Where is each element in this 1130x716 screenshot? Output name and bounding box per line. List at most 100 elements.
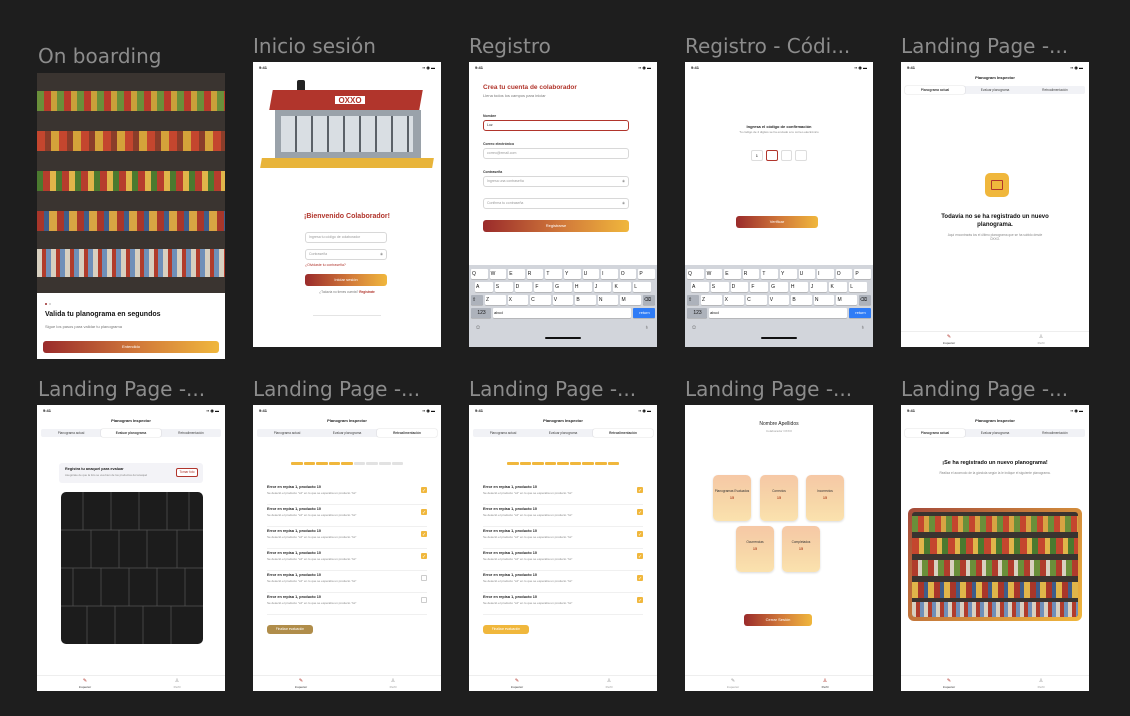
password-input[interactable]: Ingresa una contraseña ◉	[483, 176, 629, 187]
tab-current-planogram[interactable]: Planograma actual	[905, 429, 965, 437]
error-item[interactable]: Error en repisa 1, producto 10 Se detectó…	[483, 573, 643, 593]
register-link[interactable]: Registrate	[359, 290, 375, 294]
tab-feedback[interactable]: Retroalimentación	[1025, 429, 1085, 437]
frame-title-login[interactable]: Inicio sesión	[253, 34, 443, 58]
frame-title-landing-feedback-b[interactable]: Landing Page -...	[469, 377, 659, 401]
error-checkbox[interactable]: ✓	[637, 597, 643, 604]
frame-title-onboarding[interactable]: On boarding	[38, 44, 228, 68]
key-q[interactable]: Q	[471, 269, 488, 279]
frame-title-landing-empty[interactable]: Landing Page -...	[901, 34, 1091, 58]
nav-inspector[interactable]: ✎ Inspector	[929, 679, 969, 690]
error-item[interactable]: Error en repisa 1, producto 10 Se detectó…	[483, 485, 643, 505]
forgot-password-link[interactable]: ¿Olvidaste tu contraseña?	[305, 263, 346, 267]
eye-icon[interactable]: ◉	[622, 177, 625, 186]
return-key[interactable]: return	[849, 308, 871, 318]
key-i[interactable]: I	[601, 269, 618, 279]
key-k[interactable]: K	[613, 282, 632, 292]
emoji-key[interactable]: 123	[687, 308, 707, 318]
error-item[interactable]: Error en repisa 1, producto 10 Se detectó…	[267, 551, 427, 571]
code-digit-input[interactable]	[780, 150, 793, 161]
understood-button[interactable]: Entendido	[43, 341, 219, 353]
code-digit-input[interactable]: 1	[751, 150, 763, 161]
key-g[interactable]: G	[554, 282, 572, 292]
error-item[interactable]: Error en repisa 1, producto 10 Se detectó…	[267, 595, 427, 615]
nav-profile[interactable]: ♙ Perfil	[373, 679, 413, 690]
login-button[interactable]: Iniciar sesión	[305, 274, 387, 286]
eye-icon[interactable]: ◉	[380, 250, 383, 259]
tab-evaluate-planogram[interactable]: Evaluar planograma	[101, 429, 161, 437]
shift-key[interactable]: ⇧	[687, 295, 699, 305]
key-u[interactable]: U	[582, 269, 600, 279]
key-b[interactable]: B	[575, 295, 596, 305]
error-checkbox[interactable]: ✓	[637, 531, 643, 538]
email-input[interactable]: correo@email.com	[483, 148, 629, 159]
finish-evaluation-button[interactable]: Finalizar evaluación	[483, 625, 529, 634]
return-key[interactable]: return	[633, 308, 655, 318]
tab-current-planogram[interactable]: Planograma actual	[473, 429, 533, 437]
key-s[interactable]: S	[710, 282, 729, 292]
frame-landing-feedback-a[interactable]: 9:41 ▪▪ ◉ ▬ Planogram Inspector Planogram…	[253, 405, 441, 691]
key-z[interactable]: Z	[485, 295, 506, 305]
tab-feedback[interactable]: Retroalimentación	[377, 429, 437, 437]
key-r[interactable]: R	[742, 269, 760, 279]
shift-key[interactable]: ⇧	[471, 295, 483, 305]
nav-inspector[interactable]: ✎ Inspector	[281, 679, 321, 690]
key-a[interactable]: A	[691, 282, 709, 292]
nav-inspector[interactable]: ✎ Inspector	[497, 679, 537, 690]
key-k[interactable]: K	[829, 282, 848, 292]
key-o[interactable]: O	[835, 269, 853, 279]
keyboard[interactable]: QWERTYUIOP ASDFGHJKL ⇧ Z X C V B N M ⌫ 123 abcd …	[685, 265, 873, 347]
nav-profile[interactable]: ♙ Perfil	[1021, 679, 1061, 690]
microphone-icon[interactable]: ♁	[861, 325, 866, 331]
tab-current-planogram[interactable]: Planograma actual	[257, 429, 317, 437]
key-a[interactable]: A	[475, 282, 493, 292]
error-item[interactable]: Error en repisa 1, producto 10 Se detectó…	[267, 507, 427, 527]
key-x[interactable]: X	[507, 295, 529, 305]
key-w[interactable]: W	[489, 269, 507, 279]
key-h[interactable]: H	[573, 282, 592, 292]
password-input[interactable]: Contraseña ◉	[305, 249, 387, 260]
frame-login[interactable]: 9:41 ▪▪ ◉ ▬ OXXO ¡Bienvenido Colaborador!…	[253, 62, 441, 347]
emoji-icon[interactable]: ☺	[475, 325, 481, 331]
frame-title-profile[interactable]: Landing Page -...	[685, 377, 875, 401]
tab-feedback[interactable]: Retroalimentación	[1025, 86, 1085, 94]
key-l[interactable]: L	[633, 282, 652, 292]
error-checkbox[interactable]	[421, 575, 427, 581]
space-key[interactable]: abcd	[709, 308, 847, 318]
verify-button[interactable]: Verificar	[736, 216, 818, 228]
frame-landing-new[interactable]: 9:41 ▪▪ ◉ ▬ Planogram Inspector Planogram…	[901, 405, 1089, 691]
frame-title-landing-new[interactable]: Landing Page -...	[901, 377, 1091, 401]
key-x[interactable]: X	[723, 295, 745, 305]
tab-feedback[interactable]: Retroalimentación	[593, 429, 653, 437]
code-digit-input[interactable]	[765, 150, 778, 161]
key-j[interactable]: J	[593, 282, 612, 292]
keyboard[interactable]: QWERTYUIOP ASDFGHJKL ⇧ Z X C V B N M ⌫ 123 abcd …	[469, 265, 657, 347]
error-checkbox[interactable]: ✓	[421, 553, 427, 560]
key-e[interactable]: E	[724, 269, 741, 279]
key-v[interactable]: V	[768, 295, 790, 305]
frame-landing-empty[interactable]: 9:41 ▪▪ ◉ ▬ Planogram Inspector Planogram…	[901, 62, 1089, 347]
error-checkbox[interactable]	[421, 597, 427, 603]
tab-evaluate-planogram[interactable]: Evaluar planograma	[533, 429, 593, 437]
frame-title-register-code[interactable]: Registro - Códi...	[685, 34, 875, 58]
key-p[interactable]: P	[854, 269, 871, 279]
frame-profile[interactable]: Nombre Apellidos Colaborador OXXO Planog…	[685, 405, 873, 691]
tab-current-planogram[interactable]: Planograma actual	[41, 429, 101, 437]
key-w[interactable]: W	[705, 269, 723, 279]
planogram-image[interactable]	[908, 508, 1082, 621]
confirm-password-input[interactable]: Confirma tu contraseña ◉	[483, 198, 629, 209]
error-checkbox[interactable]: ✓	[637, 509, 643, 516]
tab-evaluate-planogram[interactable]: Evaluar planograma	[965, 86, 1025, 94]
backspace-key[interactable]: ⌫	[643, 295, 656, 305]
nav-inspector[interactable]: ✎ Inspector	[65, 679, 105, 690]
key-l[interactable]: L	[849, 282, 868, 292]
key-t[interactable]: T	[545, 269, 562, 279]
key-v[interactable]: V	[552, 295, 574, 305]
nav-profile[interactable]: ♙ Perfil	[589, 679, 629, 690]
error-item[interactable]: Error en repisa 1, producto 10 Se detectó…	[483, 551, 643, 571]
key-c[interactable]: C	[530, 295, 551, 305]
key-u[interactable]: U	[798, 269, 816, 279]
error-checkbox[interactable]: ✓	[421, 531, 427, 538]
key-z[interactable]: Z	[701, 295, 722, 305]
key-h[interactable]: H	[789, 282, 808, 292]
